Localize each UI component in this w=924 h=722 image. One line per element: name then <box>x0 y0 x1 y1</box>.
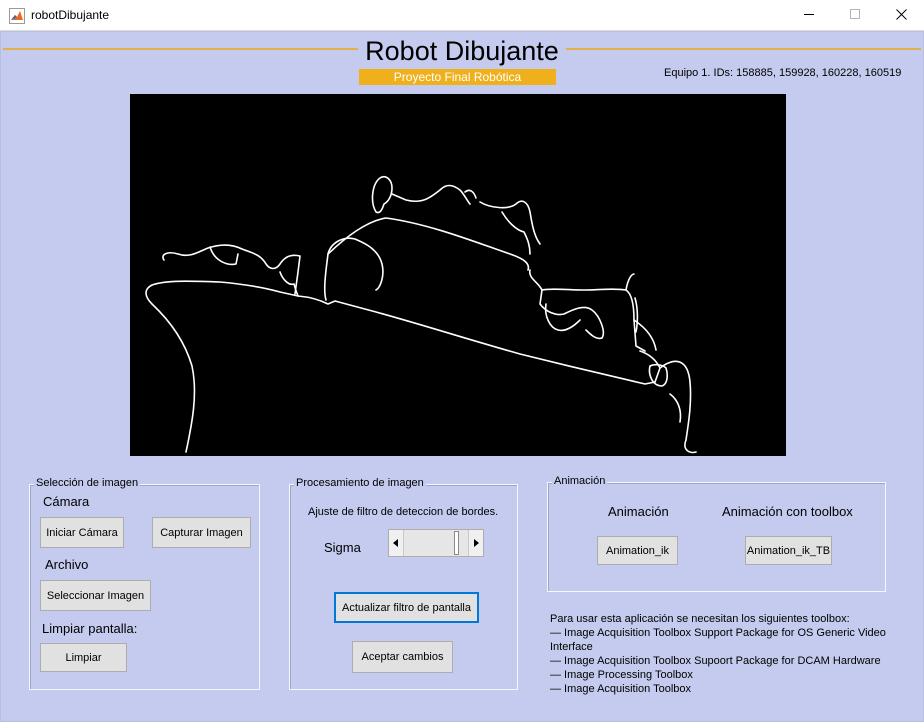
close-icon <box>895 7 907 25</box>
requirement-item: — Image Acquisition Toolbox Supoort Pack… <box>550 655 881 667</box>
page-title: Robot Dibujante <box>358 34 566 68</box>
requirement-item: — Image Processing Toolbox <box>550 669 693 681</box>
toolbox-requirements: Para usar esta aplicación se necesitan l… <box>550 612 890 696</box>
image-processing-panel-title: Procesamiento de imagen <box>294 477 426 489</box>
team-ids: Equipo 1. IDs: 158885, 159928, 160228, 1… <box>664 67 902 79</box>
file-label: Archivo <box>45 557 89 572</box>
maximize-button[interactable] <box>832 0 878 31</box>
window-title: robotDibujante <box>31 8 110 22</box>
edge-filter-description: Ajuste de filtro de deteccion de bordes. <box>308 506 499 518</box>
sigma-label: Sigma <box>324 540 361 555</box>
start-camera-button[interactable]: Iniciar Cámara <box>40 517 124 548</box>
animation-toolbox-label: Animación con toolbox <box>722 504 853 519</box>
chevron-left-icon <box>393 534 399 552</box>
requirement-item: — Image Acquisition Toolbox <box>550 683 692 695</box>
edge-image <box>145 175 697 454</box>
minimize-icon <box>803 7 815 25</box>
subtitle-badge: Proyecto Final Robótica <box>359 69 556 85</box>
requirements-intro: Para usar esta aplicación se necesitan l… <box>550 613 850 625</box>
maximize-icon <box>849 7 861 25</box>
chevron-right-icon <box>473 534 479 552</box>
animation-ik-tb-button[interactable]: Animation_ik_TB <box>745 536 832 565</box>
slider-thumb[interactable] <box>454 531 460 555</box>
window-titlebar: robotDibujante <box>0 0 924 31</box>
animation-ik-button[interactable]: Animation_ik <box>597 536 678 565</box>
close-button[interactable] <box>878 0 924 31</box>
animation-panel-title: Animación <box>552 475 608 487</box>
clear-screen-label: Limpiar pantalla: <box>42 621 138 636</box>
slider-left-arrow[interactable] <box>389 530 404 556</box>
slider-right-arrow[interactable] <box>468 530 483 556</box>
matlab-app-icon <box>9 8 25 24</box>
image-axes <box>130 94 786 456</box>
animation-label: Animación <box>608 504 669 519</box>
camera-label: Cámara <box>43 494 90 509</box>
minimize-button[interactable] <box>786 0 832 31</box>
clear-button[interactable]: Limpiar <box>40 643 127 672</box>
update-filter-button[interactable]: Actualizar filtro de pantalla <box>334 592 479 623</box>
sigma-slider[interactable] <box>388 529 484 557</box>
accept-changes-button[interactable]: Aceptar cambios <box>352 641 453 673</box>
requirement-item: — Image Acquisition Toolbox Support Pack… <box>550 627 886 653</box>
capture-image-button[interactable]: Capturar Imagen <box>152 517 251 548</box>
select-image-button[interactable]: Seleccionar Imagen <box>40 580 151 611</box>
image-selection-panel-title: Selección de imagen <box>34 477 141 489</box>
